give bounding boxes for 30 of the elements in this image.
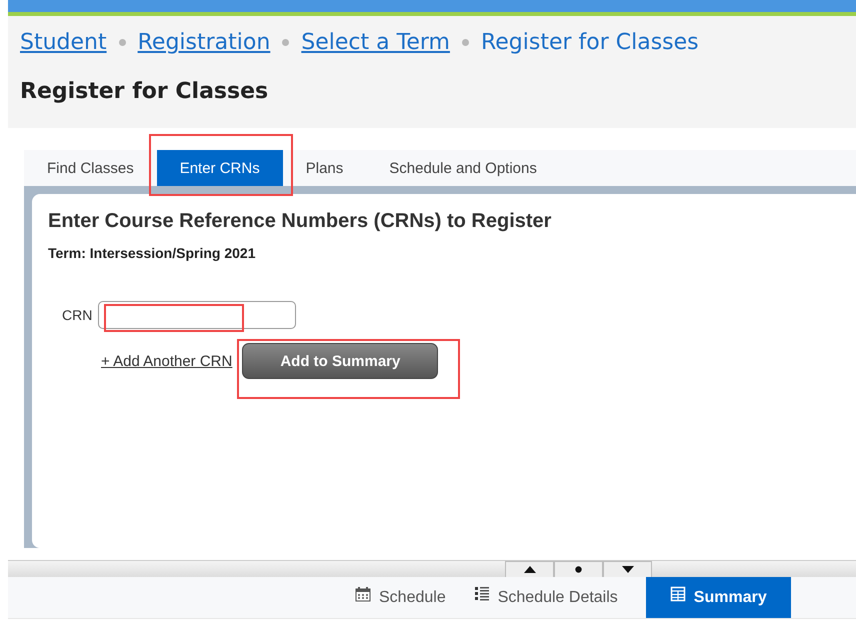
list-icon (474, 586, 490, 602)
center-button[interactable] (554, 561, 603, 577)
expand-down-button[interactable] (603, 561, 652, 577)
tab[interactable]: Plans (282, 150, 366, 186)
table-icon (670, 586, 686, 602)
separator-dot (462, 39, 469, 46)
dot-icon (575, 566, 582, 573)
breadcrumb-link[interactable]: Select a Term (301, 30, 450, 55)
breadcrumb-link[interactable]: Registration (138, 30, 270, 55)
add-crn-link[interactable]: + Add Another CRN (101, 352, 232, 370)
up-triangle-icon (524, 566, 536, 573)
add-to-summary-button[interactable]: Add to Summary (242, 343, 438, 379)
page-title: Register for Classes (20, 79, 270, 104)
bottom-tab[interactable]: Schedule (341, 577, 460, 618)
term-label: Term: Intersession/Spring 2021 (48, 245, 256, 261)
calendar-icon (355, 586, 371, 602)
down-triangle-icon (622, 566, 634, 573)
panel-heading: Enter Course Reference Numbers (CRNs) to Register (48, 210, 552, 233)
breadcrumb-current: Register for Classes (480, 30, 699, 55)
tab[interactable]: Enter CRNs (156, 150, 283, 186)
tab[interactable]: Find Classes (24, 150, 157, 186)
separator-dot (118, 39, 126, 46)
crn-input-field[interactable] (98, 301, 296, 329)
breadcrumb-link[interactable]: Student (20, 30, 107, 55)
crn-label: CRN (62, 307, 92, 323)
tab[interactable]: Schedule and Options (366, 150, 560, 186)
bottom-tab[interactable]: Schedule Details (460, 577, 632, 618)
separator-dot (282, 39, 290, 46)
collapse-up-button[interactable] (505, 561, 554, 577)
bottom-tab[interactable]: Summary (646, 577, 791, 618)
